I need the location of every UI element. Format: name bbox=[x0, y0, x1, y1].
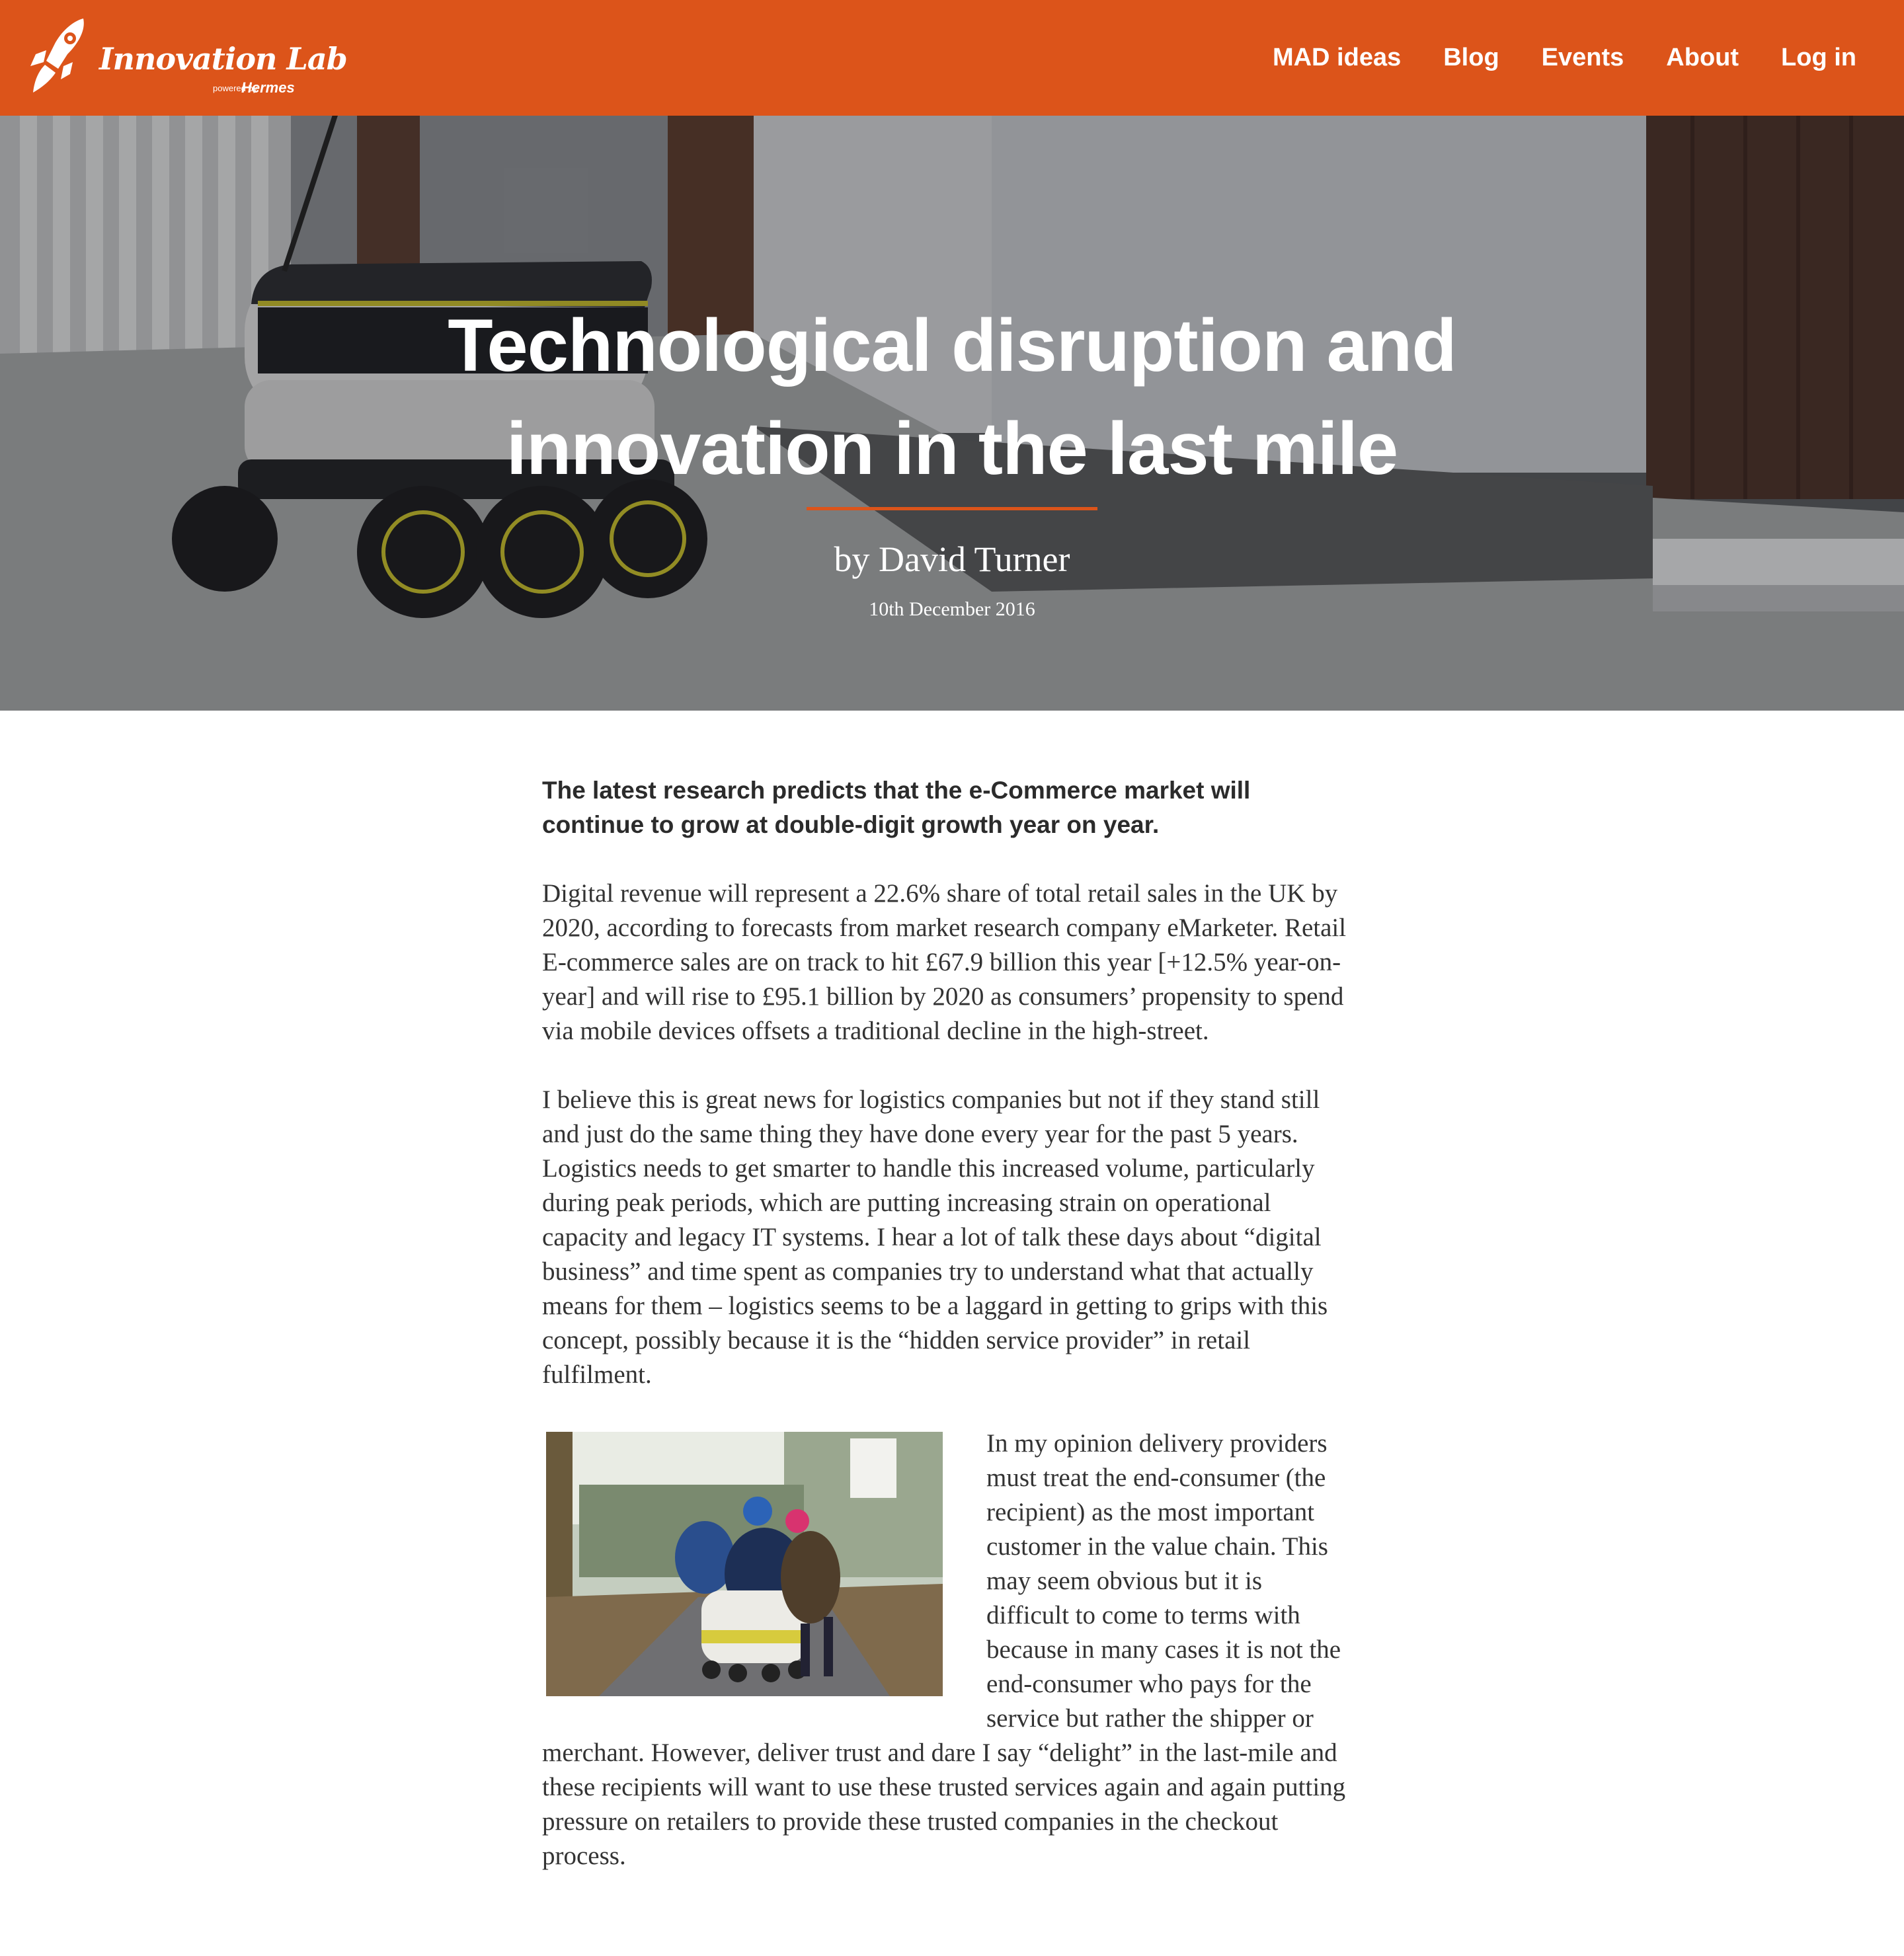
nav-log-in[interactable]: Log in bbox=[1781, 44, 1856, 72]
hero-banner: Technological disruption and innovation … bbox=[0, 116, 1904, 711]
hero-content: Technological disruption and innovation … bbox=[0, 116, 1904, 711]
article-author: by David Turner bbox=[834, 539, 1070, 579]
article-title: Technological disruption and innovation … bbox=[448, 304, 1457, 490]
nav-about[interactable]: About bbox=[1666, 44, 1739, 72]
article-body: The latest research predicts that the e-… bbox=[542, 773, 1349, 1908]
rocket-icon bbox=[30, 19, 84, 93]
nav-blog[interactable]: Blog bbox=[1443, 44, 1499, 72]
logo-brand: Hermes bbox=[241, 79, 295, 96]
article-paragraph: Digital revenue will represent a 22.6% s… bbox=[542, 879, 1347, 1045]
main-nav: MAD ideas Blog Events About Log in bbox=[1273, 0, 1856, 116]
nav-mad-ideas[interactable]: MAD ideas bbox=[1273, 44, 1401, 72]
logo-wordmark: Innovation Lab bbox=[99, 41, 348, 77]
nav-events[interactable]: Events bbox=[1542, 44, 1624, 72]
article-date: 10th December 2016 bbox=[869, 598, 1035, 620]
children-with-delivery-robot-photo bbox=[546, 1432, 943, 1696]
site-header: Innovation Lab powered by Hermes MAD ide… bbox=[0, 0, 1904, 116]
article-figure bbox=[546, 1432, 943, 1696]
innovation-lab-logo[interactable]: Innovation Lab powered by Hermes bbox=[26, 15, 348, 100]
article-paragraph: I believe this is great news for logisti… bbox=[542, 1085, 1328, 1389]
title-divider bbox=[807, 507, 1097, 510]
article-lead: The latest research predicts that the e-… bbox=[542, 777, 1251, 838]
